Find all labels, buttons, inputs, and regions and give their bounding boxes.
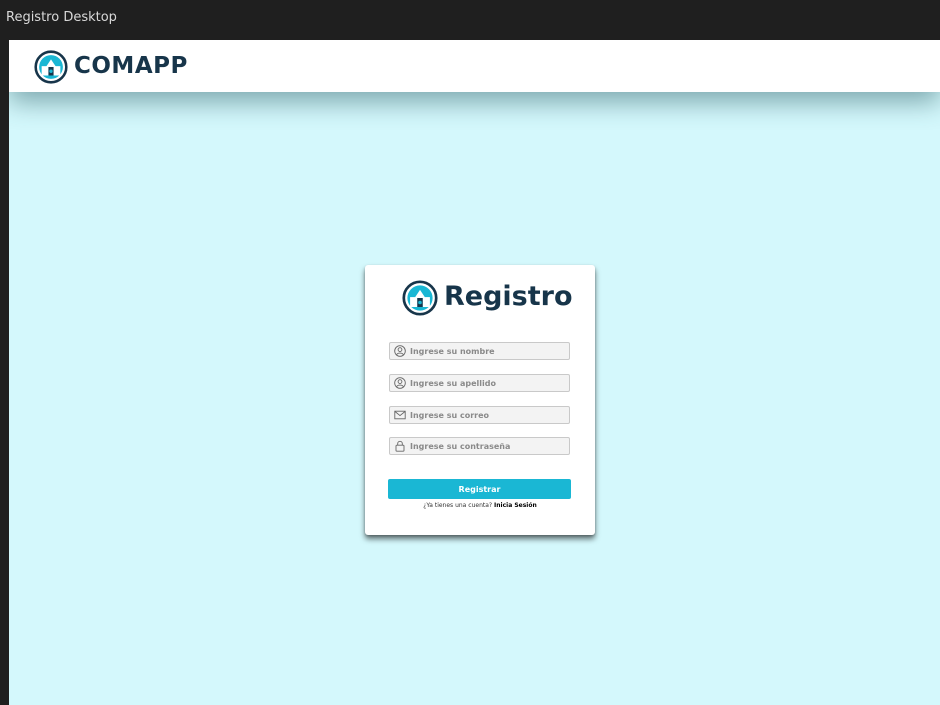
register-card: Registro Ingrese su nombre Ingrese su ap… <box>365 265 595 535</box>
register-button[interactable]: Registrar <box>388 479 571 499</box>
comapp-logo-icon <box>34 50 68 84</box>
first-name-input[interactable] <box>410 343 565 359</box>
login-prompt-line: ¿Ya tienes una cuenta? Inicia Sesión <box>365 502 595 509</box>
email-field[interactable] <box>389 406 570 424</box>
email-input[interactable] <box>410 407 565 423</box>
login-prompt-text: ¿Ya tienes una cuenta? <box>423 502 493 509</box>
window-left-edge <box>0 40 9 705</box>
login-link[interactable]: Inicia Sesión <box>494 502 537 509</box>
window-titlebar: Registro Desktop <box>0 0 940 40</box>
user-icon <box>394 377 406 389</box>
password-field[interactable] <box>389 437 570 455</box>
comapp-logo-icon <box>402 280 438 316</box>
page-title: Registro <box>444 281 573 312</box>
user-icon <box>394 345 406 357</box>
lock-icon <box>395 440 405 452</box>
app-frame: COMAPP Registro Ingrese su nombre Ingres… <box>9 40 940 705</box>
brand-name: COMAPP <box>74 53 188 79</box>
last-name-field[interactable] <box>389 374 570 392</box>
window-title: Registro Desktop <box>6 10 117 25</box>
app-header: COMAPP <box>9 40 940 92</box>
mail-icon <box>394 410 406 420</box>
first-name-field[interactable] <box>389 342 570 360</box>
last-name-input[interactable] <box>410 375 565 391</box>
password-input[interactable] <box>410 438 565 454</box>
